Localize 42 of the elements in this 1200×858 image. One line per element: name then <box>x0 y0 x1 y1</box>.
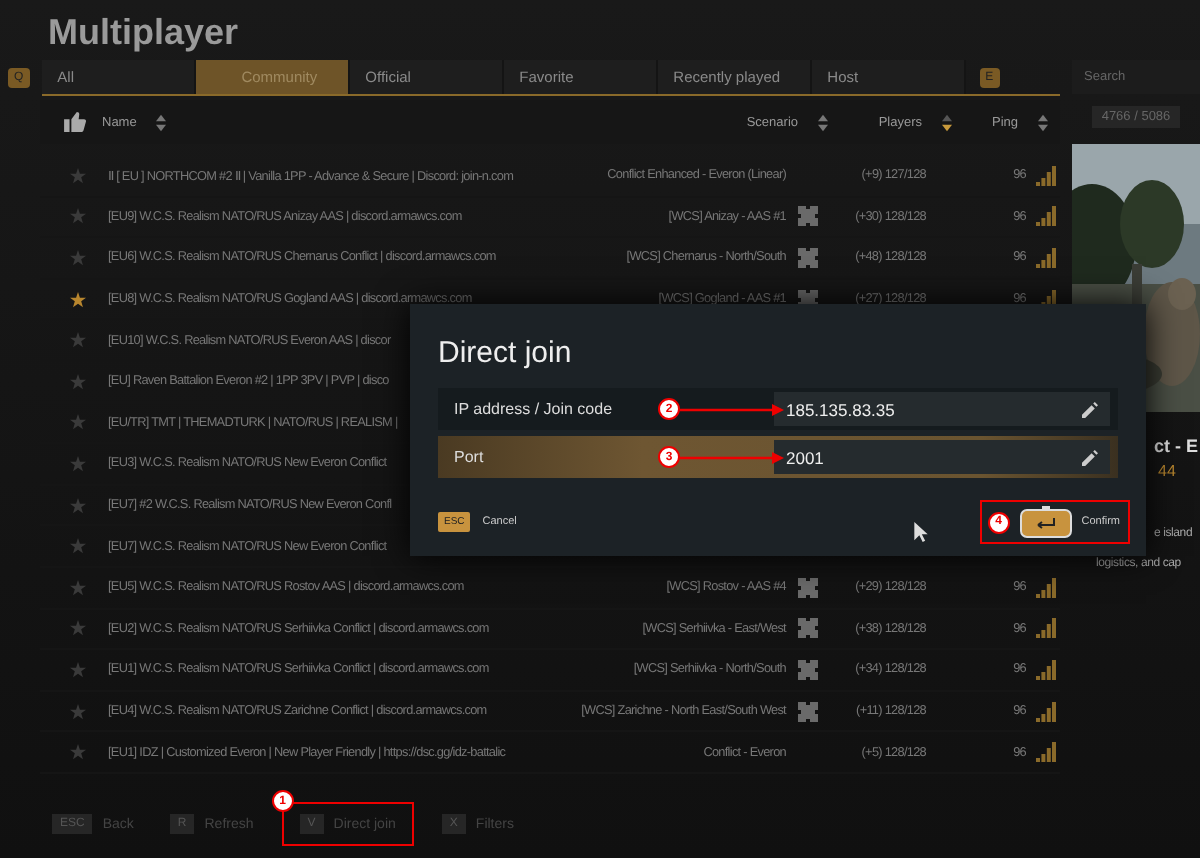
signal-icon <box>1036 247 1056 268</box>
star-icon[interactable] <box>70 703 86 720</box>
sort-icon[interactable] <box>942 113 952 131</box>
server-rating: 44 <box>1158 462 1178 480</box>
sort-icon[interactable] <box>1038 113 1048 131</box>
star-icon[interactable] <box>70 167 86 184</box>
signal-icon <box>1036 659 1056 680</box>
signal-icon <box>1036 577 1056 598</box>
star-icon[interactable] <box>70 414 86 431</box>
sort-icon[interactable] <box>156 113 167 131</box>
field-label: IP address / Join code <box>454 400 615 418</box>
star-icon[interactable] <box>70 332 86 349</box>
cursor-icon <box>914 522 928 542</box>
pencil-icon <box>1082 449 1098 465</box>
star-icon[interactable] <box>70 579 86 596</box>
dialog-title: Direct join <box>438 336 574 370</box>
arrow <box>680 451 784 463</box>
sort-icon[interactable] <box>818 113 828 131</box>
signal-icon <box>1036 701 1056 722</box>
signal-icon <box>1036 165 1056 186</box>
star-icon[interactable] <box>70 455 86 472</box>
star-icon[interactable] <box>70 373 86 390</box>
page-title: Multiplayer <box>46 10 241 52</box>
star-icon[interactable] <box>70 291 86 308</box>
star-icon[interactable] <box>70 208 86 225</box>
pencil-icon <box>1082 401 1098 417</box>
input-field[interactable]: 185.135.83.35 <box>774 392 1110 426</box>
signal-icon <box>1036 206 1056 227</box>
input-field[interactable]: 2001 <box>774 440 1110 474</box>
star-icon[interactable] <box>70 744 86 761</box>
star-icon[interactable] <box>70 249 86 266</box>
arrow <box>680 403 784 415</box>
enter-key-icon <box>1019 506 1072 538</box>
signal-icon <box>1036 618 1056 639</box>
star-icon[interactable] <box>70 620 86 637</box>
thumbs-up-icon <box>64 112 86 132</box>
star-icon[interactable] <box>70 497 86 514</box>
star-icon[interactable] <box>70 538 86 555</box>
server-title: ct - E <box>1154 436 1200 456</box>
signal-icon <box>1036 742 1056 763</box>
field-label: Port <box>454 448 486 466</box>
star-icon[interactable] <box>70 661 86 678</box>
